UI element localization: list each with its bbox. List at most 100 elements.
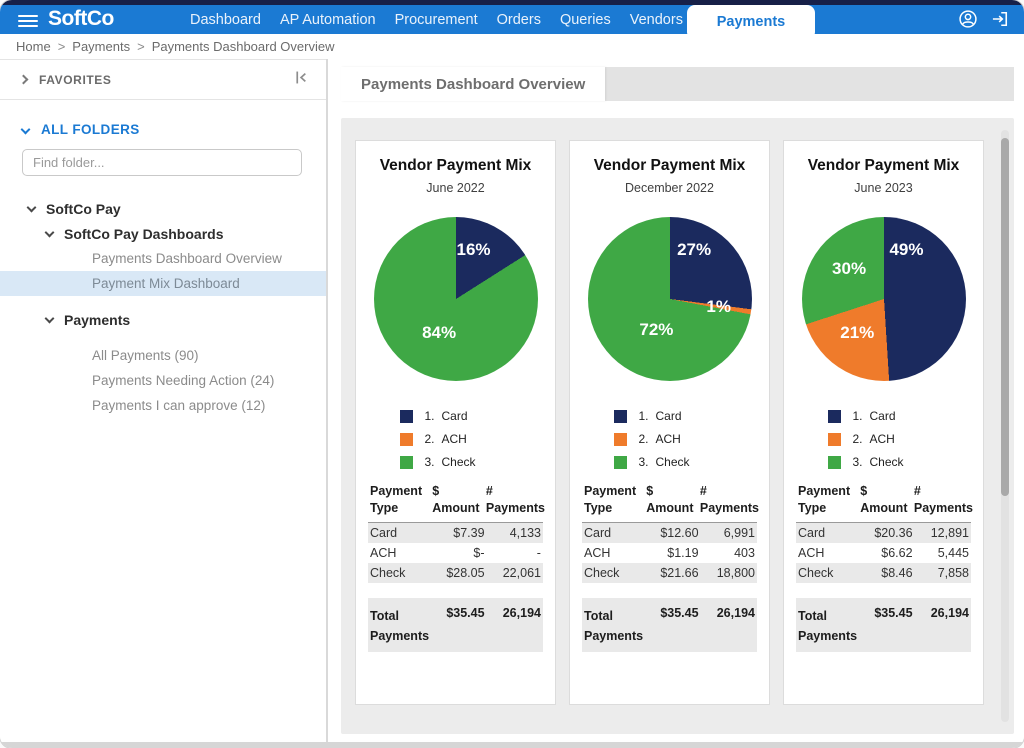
tree-item-payments-dashboard-overview[interactable]: Payments Dashboard Overview <box>0 246 326 271</box>
legend-item-check: 3.Check <box>614 455 726 469</box>
cell-payment-type: ACH <box>584 546 646 560</box>
total-payments: 26,194 <box>699 606 755 646</box>
pie-slice-label-card: 16% <box>457 240 491 260</box>
pie-legend: 1.Card2.ACH3.Check <box>828 409 940 469</box>
nav-item-dashboard[interactable]: Dashboard <box>190 12 261 28</box>
top-navbar: SoftCo Dashboard AP Automation Procurement… <box>0 5 1024 34</box>
total-label: Total Payments <box>798 606 860 646</box>
tree-item-softco-pay-dashboards[interactable]: SoftCo Pay Dashboards <box>0 221 326 246</box>
legend-label: Check <box>656 455 690 469</box>
legend-item-ach: 2.ACH <box>614 432 726 446</box>
header-payment-type: PaymentType <box>798 483 860 517</box>
cell-payment-type: Card <box>798 526 860 540</box>
legend-label: Check <box>442 455 476 469</box>
tree-item-softco-pay[interactable]: SoftCo Pay <box>0 196 326 221</box>
total-payments: 26,194 <box>485 606 541 646</box>
vendor-payment-mix-card-2: Vendor Payment Mix December 2022 27%1%72… <box>569 140 770 705</box>
chevron-down-icon <box>45 227 55 237</box>
cell-num-payments: 22,061 <box>485 566 541 580</box>
pie-slice-label-ach: 21% <box>840 323 874 343</box>
cell-amount: $8.46 <box>860 566 913 580</box>
cell-payment-type: Check <box>798 566 860 580</box>
payment-table: PaymentType $Amount #Payments Card$20.36… <box>796 483 971 652</box>
breadcrumb: Home>Payments>Payments Dashboard Overvie… <box>0 34 1024 59</box>
table-body: Card$7.394,133ACH$--Check$28.0522,061 <box>368 523 543 583</box>
cell-payment-type: Card <box>370 526 432 540</box>
nav-item-vendors[interactable]: Vendors <box>630 12 683 28</box>
card-title: Vendor Payment Mix <box>796 157 971 175</box>
logout-icon[interactable] <box>990 9 1010 29</box>
table-row-check: Check$8.467,858 <box>796 563 971 583</box>
collapse-sidebar-icon[interactable] <box>293 69 310 91</box>
table-row-ach: ACH$6.625,445 <box>796 543 971 563</box>
header-amount: $Amount <box>860 483 914 517</box>
tree-item-label: All Payments (90) <box>92 348 199 363</box>
table-row-ach: ACH$1.19403 <box>582 543 757 563</box>
total-amount: $35.45 <box>646 606 699 646</box>
pie-slice-label-check: 30% <box>832 259 866 279</box>
pie-slice-label-ach: 1% <box>706 297 731 317</box>
chevron-down-icon <box>27 202 37 212</box>
tree-item-payments-i-can-approve-12[interactable]: Payments I can approve (12) <box>0 393 326 418</box>
tree-item-payment-mix-dashboard[interactable]: Payment Mix Dashboard <box>0 271 326 296</box>
breadcrumb-item-home[interactable]: Home <box>16 39 51 54</box>
cell-amount: $20.36 <box>860 526 913 540</box>
all-folders-toggle[interactable]: ALL FOLDERS <box>22 122 326 137</box>
header-payment-type: PaymentType <box>370 483 432 517</box>
cell-num-payments: 6,991 <box>699 526 755 540</box>
tab-payments-dashboard-overview[interactable]: Payments Dashboard Overview <box>341 67 605 101</box>
chevron-down-icon <box>21 125 31 135</box>
find-folder-input[interactable] <box>22 149 302 176</box>
total-amount: $35.45 <box>432 606 485 646</box>
table-row-ach: ACH$-- <box>368 543 543 563</box>
legend-swatch-card <box>614 410 627 423</box>
payment-table: PaymentType $Amount #Payments Card$12.60… <box>582 483 757 652</box>
nav-item-procurement[interactable]: Procurement <box>395 12 478 28</box>
card-subtitle: June 2023 <box>796 181 971 195</box>
nav-icons <box>958 9 1010 29</box>
tree-item-label: SoftCo Pay Dashboards <box>64 226 223 242</box>
tree-item-all-payments-90[interactable]: All Payments (90) <box>0 343 326 368</box>
favorites-header[interactable]: FAVORITES <box>0 59 326 100</box>
header-num-payments: #Payments <box>914 483 971 517</box>
legend-swatch-check <box>400 456 413 469</box>
cell-num-payments: 12,891 <box>913 526 969 540</box>
pie-slice-label-check: 72% <box>639 320 673 340</box>
nav-item-queries[interactable]: Queries <box>560 12 611 28</box>
total-row: Total Payments $35.45 26,194 <box>368 598 543 652</box>
breadcrumb-item-payments-dashboard-overview: Payments Dashboard Overview <box>152 39 335 54</box>
cell-num-payments: - <box>485 546 541 560</box>
hamburger-menu-icon[interactable] <box>18 12 38 30</box>
header-amount: $Amount <box>432 483 486 517</box>
all-folders-label: ALL FOLDERS <box>41 122 140 137</box>
content-tab-bar: Payments Dashboard Overview <box>341 67 1014 101</box>
pie-slice-label-card: 27% <box>677 240 711 260</box>
table-body: Card$20.3612,891 ACH$6.625,445Check$8.467… <box>796 523 971 583</box>
favorites-label: FAVORITES <box>39 73 112 87</box>
user-icon[interactable] <box>958 9 978 29</box>
tree-item-label: SoftCo Pay <box>46 201 121 217</box>
cell-payment-type: Check <box>584 566 646 580</box>
softco-logo: SoftCo <box>48 7 114 31</box>
breadcrumb-separator: > <box>137 39 145 54</box>
cell-amount: $1.19 <box>646 546 699 560</box>
breadcrumb-item-payments[interactable]: Payments <box>72 39 130 54</box>
total-row: Total Payments $35.45 26,194 <box>582 598 757 652</box>
card-subtitle: June 2022 <box>368 181 543 195</box>
table-header: PaymentType $Amount #Payments <box>368 483 543 523</box>
legend-swatch-card <box>828 410 841 423</box>
table-row-card: Card$12.606,991 <box>582 523 757 543</box>
scrollbar-thumb[interactable] <box>1001 138 1009 496</box>
tree-item-payments-needing-action-24[interactable]: Payments Needing Action (24) <box>0 368 326 393</box>
legend-swatch-ach <box>400 433 413 446</box>
folder-tree: SoftCo Pay SoftCo Pay Dashboards Payments … <box>0 196 326 418</box>
payment-mix-pie-chart: 27% 1% 72% <box>588 217 752 381</box>
nav-item-ap-automation[interactable]: AP Automation <box>280 12 376 28</box>
cell-num-payments: 18,800 <box>699 566 755 580</box>
tree-item-payments[interactable]: Payments <box>0 307 326 332</box>
nav-item-orders[interactable]: Orders <box>497 12 541 28</box>
vertical-scrollbar[interactable] <box>1001 130 1009 722</box>
tree-item-label: Payments <box>64 312 130 328</box>
legend-label: Card <box>656 409 682 423</box>
total-label: Total Payments <box>370 606 432 646</box>
